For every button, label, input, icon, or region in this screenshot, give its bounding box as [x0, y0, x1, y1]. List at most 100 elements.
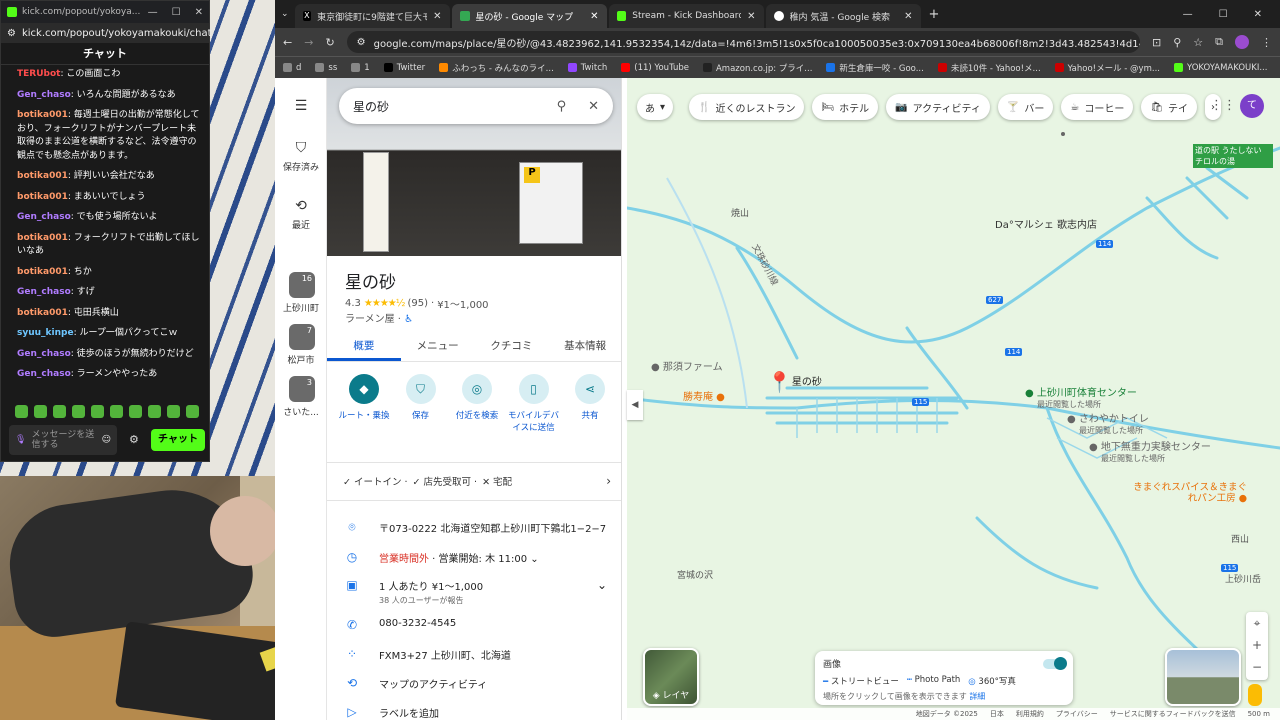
save-button[interactable]: ⛉ 保存 [394, 374, 448, 433]
chat-username[interactable]: Gen_chaso [17, 369, 71, 379]
map-poi-gym[interactable]: ● 上砂川町体育センター 最近閲覧した場所 [1025, 384, 1137, 410]
tab-google-search[interactable]: 稚内 気温 - Google 検索 ✕ [765, 4, 921, 28]
site-settings-icon[interactable]: ⚙ [7, 28, 16, 39]
map-poi-katsujuan[interactable]: 勝寿庵 ● [683, 388, 725, 403]
chip-hotels[interactable]: 🛏 ホテル [812, 94, 879, 120]
bookmark-item[interactable]: Twitter [383, 63, 425, 73]
zoom-in-button[interactable]: + [1246, 634, 1268, 656]
emote-icon[interactable] [34, 405, 47, 418]
maximize-icon[interactable]: ☐ [172, 7, 181, 18]
send-to-phone-button[interactable]: ▯ モバイルデバイスに送信 [507, 374, 561, 433]
avatar[interactable]: て [1240, 94, 1264, 118]
chat-username[interactable]: botika001 [17, 110, 68, 120]
pluscode-row[interactable]: ⁘ FXM3+27 上砂川町、北海道 [345, 647, 615, 662]
tab-kick-dashboard[interactable]: Stream - Kick Dashboard ✕ [608, 4, 764, 28]
bookmark-item[interactable]: Yahoo!メール - @ym... [1054, 62, 1160, 74]
directions-button[interactable]: ◆ ルート・乗換 [337, 374, 391, 433]
star-icon[interactable]: ☆ [1193, 36, 1203, 49]
chat-username[interactable]: syuu_kinpe [17, 328, 74, 338]
forward-icon[interactable]: → [304, 36, 313, 49]
recent-place-kamisunagawa[interactable]: 16 上砂川町 [275, 272, 327, 314]
chat-send-button[interactable]: チャット [151, 429, 205, 451]
chat-username[interactable]: botika001 [17, 171, 68, 181]
phone-row[interactable]: ✆ 080-3232-4545 [345, 618, 615, 632]
recent-button[interactable]: ⟲ 最近 [275, 198, 327, 231]
collapse-panel-button[interactable]: ◀ [627, 390, 643, 420]
emote-icon[interactable] [53, 405, 66, 418]
search-icon[interactable]: ⚲ [557, 99, 567, 114]
chat-username[interactable]: Gen_chaso [17, 212, 71, 222]
chip-restaurants[interactable]: 🍴 近くのレストラン [689, 94, 805, 120]
emote-icon[interactable] [129, 405, 142, 418]
chat-username[interactable]: Gen_chaso [17, 349, 71, 359]
chat-username[interactable]: botika001 [17, 192, 68, 202]
emote-icon[interactable] [91, 405, 104, 418]
address-row[interactable]: ⌾ 〒073-0222 北海道空知郡上砂川町下鶉北1−2−7 [345, 520, 615, 535]
footer-terms[interactable]: 利用規約 [1016, 709, 1044, 719]
chat-username[interactable]: TERUbot [17, 69, 60, 79]
review-count[interactable]: (95) [407, 298, 428, 309]
maximize-icon[interactable]: ☐ [1219, 9, 1228, 20]
tab-google-maps[interactable]: 星の砂 - Google マップ ✕ [451, 4, 607, 28]
site-info-icon[interactable]: ⚙ [357, 37, 366, 48]
map-canvas[interactable]: 焼山 文珠砂川線 Da°マルシェ 歌志内店 道の駅 うたしない チロルの湯 11… [627, 78, 1280, 720]
bookmark-item[interactable]: YOKOYAMAKOUKI... [1173, 63, 1267, 73]
streetview-thumbnail[interactable] [1165, 648, 1241, 706]
saved-button[interactable]: ⛉ 保存済み [275, 140, 327, 173]
footer-privacy[interactable]: プライバシー [1056, 709, 1098, 719]
input-language-chip[interactable]: あ ▾ [637, 94, 674, 120]
close-icon[interactable]: ✕ [195, 7, 203, 18]
url-field[interactable]: ⚙ google.com/maps/place/星の砂/@43.4823962,1… [346, 31, 1140, 53]
chat-username[interactable]: Gen_chaso [17, 90, 71, 100]
chip-coffee[interactable]: ☕ コーヒー [1061, 94, 1134, 120]
map-poi-farm[interactable]: ● 那須ファーム [651, 358, 723, 373]
chip-takeout[interactable]: 🛍 テイ [1141, 94, 1198, 120]
activity-row[interactable]: ⟲ マップのアクティビティ [345, 676, 615, 691]
minimize-icon[interactable]: — [148, 7, 158, 18]
recent-place-saitama[interactable]: 3 さいた... [275, 376, 327, 418]
tab-menu[interactable]: メニュー [401, 336, 475, 361]
pegman-icon[interactable] [1248, 684, 1262, 706]
tab-mosque[interactable]: X 東京御徒町に9階建て巨大モスク計 ✕ [294, 4, 450, 28]
imagery-toggle[interactable] [1043, 657, 1067, 670]
bookmark-item[interactable]: Amazon.co.jp: プライ... [702, 62, 812, 74]
close-tab-icon[interactable]: ✕ [433, 11, 441, 22]
chat-username[interactable]: botika001 [17, 267, 68, 277]
menu-icon[interactable]: ⋮ [1261, 36, 1272, 49]
close-icon[interactable]: ✕ [588, 99, 599, 114]
bookmark-item[interactable]: (11) YouTube [621, 63, 689, 73]
emote-icon[interactable] [186, 405, 199, 418]
service-options[interactable]: ✓ イートイン · ✓ 店先受取可 · ✕ 宅配 › [343, 474, 611, 488]
tab-search-icon[interactable]: ⌄ [281, 9, 289, 19]
hours-row[interactable]: ◷ 営業時間外 · 営業開始: 木 11:00 ⌄ [345, 550, 615, 565]
menu-button[interactable]: ☰ [275, 98, 327, 118]
imagery-more-link[interactable]: 詳細 [969, 692, 985, 701]
tab-about[interactable]: 基本情報 [548, 336, 621, 361]
share-button[interactable]: ⋖ 共有 [563, 374, 617, 433]
bookmark-item[interactable]: d [283, 63, 301, 73]
tab-reviews[interactable]: クチコミ [475, 336, 549, 361]
emote-icon[interactable] [110, 405, 123, 418]
reload-icon[interactable]: ↻ [325, 36, 334, 49]
bookmark-item[interactable]: Twitch [567, 63, 607, 73]
map-poi-toilet[interactable]: ● さわやかトイレ 最近閲覧した場所 [1067, 410, 1149, 436]
emoji-icon[interactable]: ☺ [102, 435, 111, 445]
profile-icon[interactable] [1235, 35, 1249, 49]
extensions-icon[interactable]: ⧉ [1215, 35, 1223, 49]
bookmark-item[interactable]: ふわっち - みんなのライ... [439, 62, 554, 74]
map-poi-spice[interactable]: きまぐれスパイス＆きまぐれパン工房 ● [1129, 482, 1247, 504]
bookmark-item[interactable]: 新生倉庫一咬 - Goo... [826, 62, 924, 74]
search-input[interactable]: 星の砂 [353, 98, 389, 115]
layers-button[interactable]: ◈ レイヤ [643, 648, 699, 706]
map-marker-hoshinosuna[interactable]: 📍星の砂 [767, 370, 822, 394]
zoom-icon[interactable]: ⚲ [1173, 36, 1181, 49]
tab-overview[interactable]: 概要 [327, 336, 401, 361]
emote-icon[interactable] [72, 405, 85, 418]
close-tab-icon[interactable]: ✕ [590, 11, 598, 22]
my-location-icon[interactable]: ⌖ [1246, 612, 1268, 634]
close-tab-icon[interactable]: ✕ [904, 11, 912, 22]
search-box[interactable]: 星の砂 ⚲ ✕ [339, 88, 613, 124]
chip-activities[interactable]: 📷 アクティビティ [886, 94, 990, 120]
zoom-out-button[interactable]: − [1246, 656, 1268, 678]
back-icon[interactable]: ← [283, 36, 292, 49]
